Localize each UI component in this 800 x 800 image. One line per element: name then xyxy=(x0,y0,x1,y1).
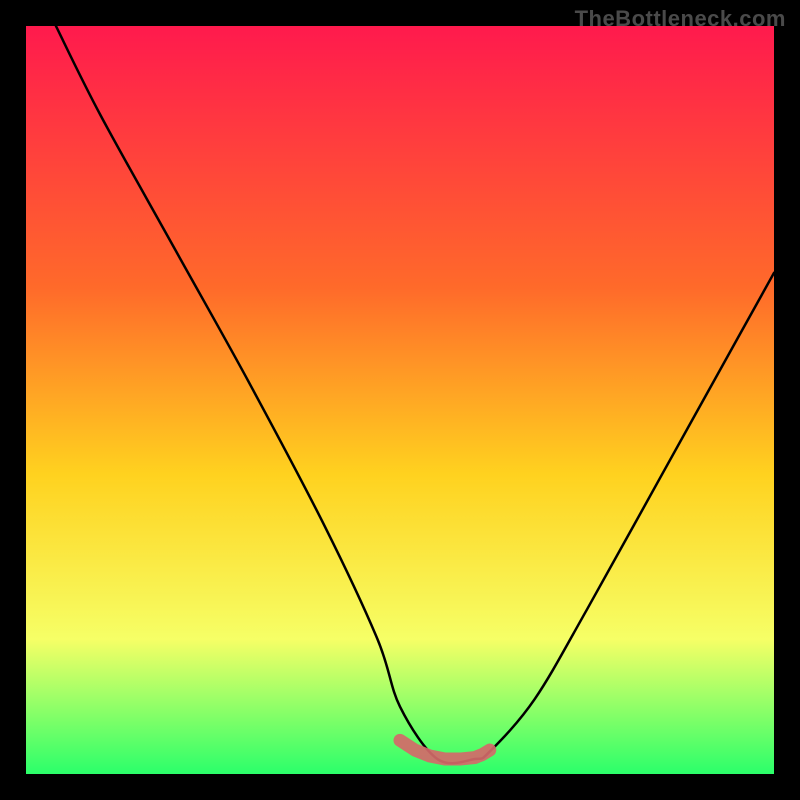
chart-frame: TheBottleneck.com xyxy=(0,0,800,800)
gradient-background xyxy=(26,26,774,774)
watermark-text: TheBottleneck.com xyxy=(575,6,786,32)
plot-area xyxy=(26,26,774,774)
bottleneck-plot xyxy=(26,26,774,774)
